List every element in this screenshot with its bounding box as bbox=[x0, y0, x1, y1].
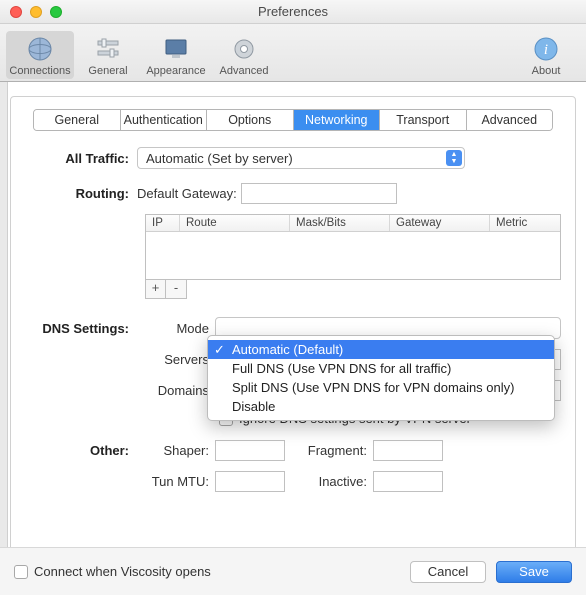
background-sliver bbox=[0, 82, 8, 547]
display-icon bbox=[162, 35, 190, 63]
chevron-updown-icon: ▲▼ bbox=[446, 150, 462, 166]
settings-tabs: General Authentication Options Networkin… bbox=[33, 109, 553, 131]
dns-mode-option[interactable]: Full DNS (Use VPN DNS for all traffic) bbox=[208, 359, 554, 378]
all-traffic-label: All Traffic: bbox=[25, 151, 137, 166]
connect-on-open-label: Connect when Viscosity opens bbox=[34, 564, 211, 579]
inactive-input[interactable] bbox=[373, 471, 443, 492]
all-traffic-value: Automatic (Set by server) bbox=[146, 151, 293, 166]
col-metric[interactable]: Metric bbox=[490, 215, 560, 231]
sliders-icon bbox=[94, 35, 122, 63]
routing-table-header: IP Route Mask/Bits Gateway Metric bbox=[146, 215, 560, 232]
routing-table-body[interactable] bbox=[146, 232, 560, 276]
info-icon: i bbox=[532, 35, 560, 63]
gear-icon bbox=[230, 35, 258, 63]
save-button[interactable]: Save bbox=[496, 561, 572, 583]
titlebar: Preferences bbox=[0, 0, 586, 24]
default-gateway-input[interactable] bbox=[241, 183, 397, 204]
col-mask[interactable]: Mask/Bits bbox=[290, 215, 390, 231]
toolbar-item-label: Advanced bbox=[220, 65, 269, 77]
tunmtu-label: Tun MTU: bbox=[137, 474, 215, 489]
toolbar-connections[interactable]: Connections bbox=[6, 31, 74, 79]
globe-icon bbox=[26, 35, 54, 63]
dns-mode-option[interactable]: ✓ Automatic (Default) bbox=[208, 340, 554, 359]
toolbar-advanced[interactable]: Advanced bbox=[210, 31, 278, 79]
toolbar-appearance[interactable]: Appearance bbox=[142, 31, 210, 79]
fragment-input[interactable] bbox=[373, 440, 443, 461]
remove-route-button[interactable]: - bbox=[166, 280, 186, 298]
other-label: Other: bbox=[25, 443, 137, 458]
toolbar-item-label: General bbox=[88, 65, 127, 77]
all-traffic-popup[interactable]: Automatic (Set by server) ▲▼ bbox=[137, 147, 465, 169]
dns-mode-option[interactable]: Split DNS (Use VPN DNS for VPN domains o… bbox=[208, 378, 554, 397]
toolbar: Connections General Appearance Advanced … bbox=[0, 24, 586, 82]
svg-text:i: i bbox=[544, 42, 548, 58]
tab-advanced[interactable]: Advanced bbox=[467, 110, 553, 130]
connection-settings-panel: General Authentication Options Networkin… bbox=[10, 96, 576, 564]
col-route[interactable]: Route bbox=[180, 215, 290, 231]
tab-networking[interactable]: Networking bbox=[294, 110, 381, 130]
dns-mode-menu[interactable]: ✓ Automatic (Default) Full DNS (Use VPN … bbox=[207, 335, 555, 421]
fragment-label: Fragment: bbox=[285, 443, 373, 458]
tunmtu-input[interactable] bbox=[215, 471, 285, 492]
checkmark-icon: ✓ bbox=[214, 342, 225, 358]
cancel-button[interactable]: Cancel bbox=[410, 561, 486, 583]
add-route-button[interactable]: + bbox=[146, 280, 166, 298]
toolbar-about[interactable]: i About bbox=[512, 31, 580, 79]
connect-on-open-checkbox[interactable] bbox=[14, 565, 28, 579]
default-gateway-label: Default Gateway: bbox=[137, 186, 241, 201]
col-ip[interactable]: IP bbox=[146, 215, 180, 231]
dns-servers-label: Servers bbox=[137, 352, 215, 367]
dns-mode-label: Mode bbox=[137, 321, 215, 336]
bottom-bar: Connect when Viscosity opens Cancel Save bbox=[0, 547, 586, 595]
toolbar-general[interactable]: General bbox=[74, 31, 142, 79]
routing-table-footer: + - bbox=[145, 280, 187, 299]
window-title: Preferences bbox=[0, 4, 586, 19]
routing-label: Routing: bbox=[25, 186, 137, 201]
dns-mode-option[interactable]: Disable bbox=[208, 397, 554, 416]
toolbar-item-label: Appearance bbox=[146, 65, 205, 77]
toolbar-item-label: Connections bbox=[9, 65, 70, 77]
shaper-input[interactable] bbox=[215, 440, 285, 461]
inactive-label: Inactive: bbox=[285, 474, 373, 489]
tab-transport[interactable]: Transport bbox=[380, 110, 467, 130]
routing-table: IP Route Mask/Bits Gateway Metric bbox=[145, 214, 561, 280]
dns-settings-label: DNS Settings: bbox=[25, 321, 137, 336]
tab-options[interactable]: Options bbox=[207, 110, 294, 130]
shaper-label: Shaper: bbox=[137, 443, 215, 458]
col-gateway[interactable]: Gateway bbox=[390, 215, 490, 231]
tab-general[interactable]: General bbox=[34, 110, 121, 130]
dns-domains-label: Domains bbox=[137, 383, 215, 398]
tab-authentication[interactable]: Authentication bbox=[121, 110, 208, 130]
toolbar-item-label: About bbox=[532, 65, 561, 77]
